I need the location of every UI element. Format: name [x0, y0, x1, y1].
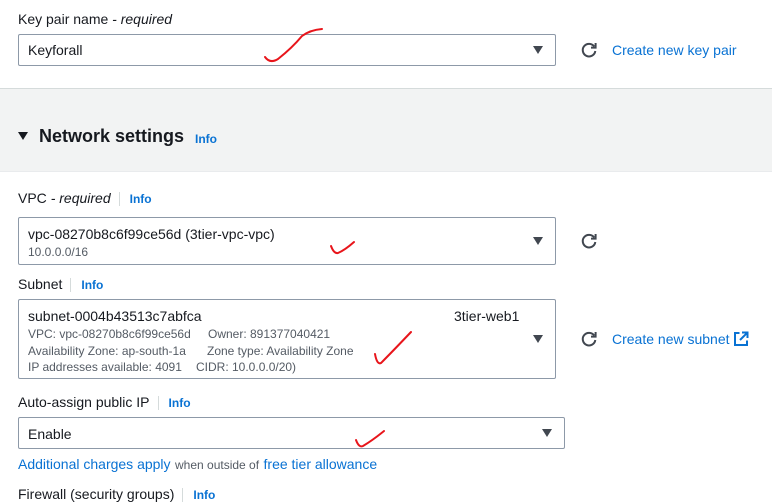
vpc-label-text: VPC — [18, 190, 47, 206]
external-link-icon[interactable] — [733, 331, 749, 347]
auto-ip-value: Enable — [28, 426, 72, 442]
create-key-pair-link[interactable]: Create new key pair — [612, 42, 737, 58]
vpc-cidr: 10.0.0.0/16 — [28, 245, 89, 259]
network-settings-header: Network settings Info — [0, 88, 772, 172]
network-settings-title: Network settings — [39, 126, 185, 146]
subnet-select[interactable]: subnet-0004b43513c7abfca 3tier-web1 VPC:… — [18, 299, 556, 379]
vpc-info-link[interactable]: Info — [130, 192, 152, 206]
key-pair-required: - required — [112, 11, 173, 27]
refresh-icon[interactable] — [580, 41, 598, 59]
network-info-link[interactable]: Info — [195, 132, 217, 146]
vpc-select[interactable]: vpc-08270b8c6f99ce56d (3tier-vpc-vpc) 10… — [18, 217, 556, 265]
create-subnet-link[interactable]: Create new subnet — [612, 331, 730, 347]
auto-ip-info-link[interactable]: Info — [169, 396, 191, 410]
subnet-info-link[interactable]: Info — [81, 278, 103, 292]
subnet-label-text: Subnet — [18, 276, 63, 292]
caret-down-icon — [533, 237, 543, 245]
subnet-ip-available: IP addresses available: 4091 — [28, 360, 182, 374]
additional-charges-link[interactable]: Additional charges apply — [18, 456, 171, 472]
auto-ip-label: Auto-assign public IP Info — [18, 394, 191, 411]
divider — [118, 192, 120, 207]
divider — [182, 488, 184, 502]
vpc-required: - required — [50, 190, 111, 206]
subnet-az: Availability Zone: ap-south-1a — [28, 344, 186, 358]
firewall-info-link[interactable]: Info — [193, 488, 215, 502]
caret-down-icon — [542, 429, 552, 437]
subnet-vpc: VPC: vpc-08270b8c6f99ce56d — [28, 327, 191, 341]
divider — [157, 396, 159, 411]
vpc-label: VPC - required Info — [18, 190, 152, 207]
caret-down-icon — [533, 46, 543, 54]
refresh-icon[interactable] — [580, 330, 598, 348]
subnet-name: 3tier-web1 — [454, 308, 520, 324]
firewall-label: Firewall (security groups) Info — [18, 486, 215, 502]
subnet-label: Subnet Info — [18, 276, 103, 293]
subnet-owner: Owner: 891377040421 — [208, 327, 331, 341]
charges-middle-text: when outside of — [175, 458, 260, 472]
subnet-zone-type: Zone type: Availability Zone — [207, 344, 354, 358]
divider — [70, 278, 72, 293]
subnet-cidr: CIDR: 10.0.0.0/20) — [196, 360, 297, 374]
key-pair-value: Keyforall — [28, 42, 83, 58]
caret-down-icon — [533, 335, 543, 343]
expand-triangle-icon[interactable] — [18, 132, 28, 140]
refresh-icon[interactable] — [580, 232, 598, 250]
key-pair-label-text: Key pair name — [18, 11, 109, 27]
auto-ip-label-text: Auto-assign public IP — [18, 394, 150, 410]
key-pair-label: Key pair name - required — [18, 11, 172, 27]
auto-ip-select[interactable]: Enable — [18, 417, 565, 449]
free-tier-link[interactable]: free tier allowance — [264, 456, 378, 472]
vpc-value: vpc-08270b8c6f99ce56d (3tier-vpc-vpc) — [28, 226, 275, 242]
charges-note: Additional charges apply when outside of… — [18, 456, 377, 474]
firewall-label-text: Firewall (security groups) — [18, 486, 175, 502]
key-pair-select[interactable]: Keyforall — [18, 34, 556, 66]
subnet-value: subnet-0004b43513c7abfca — [28, 308, 202, 324]
